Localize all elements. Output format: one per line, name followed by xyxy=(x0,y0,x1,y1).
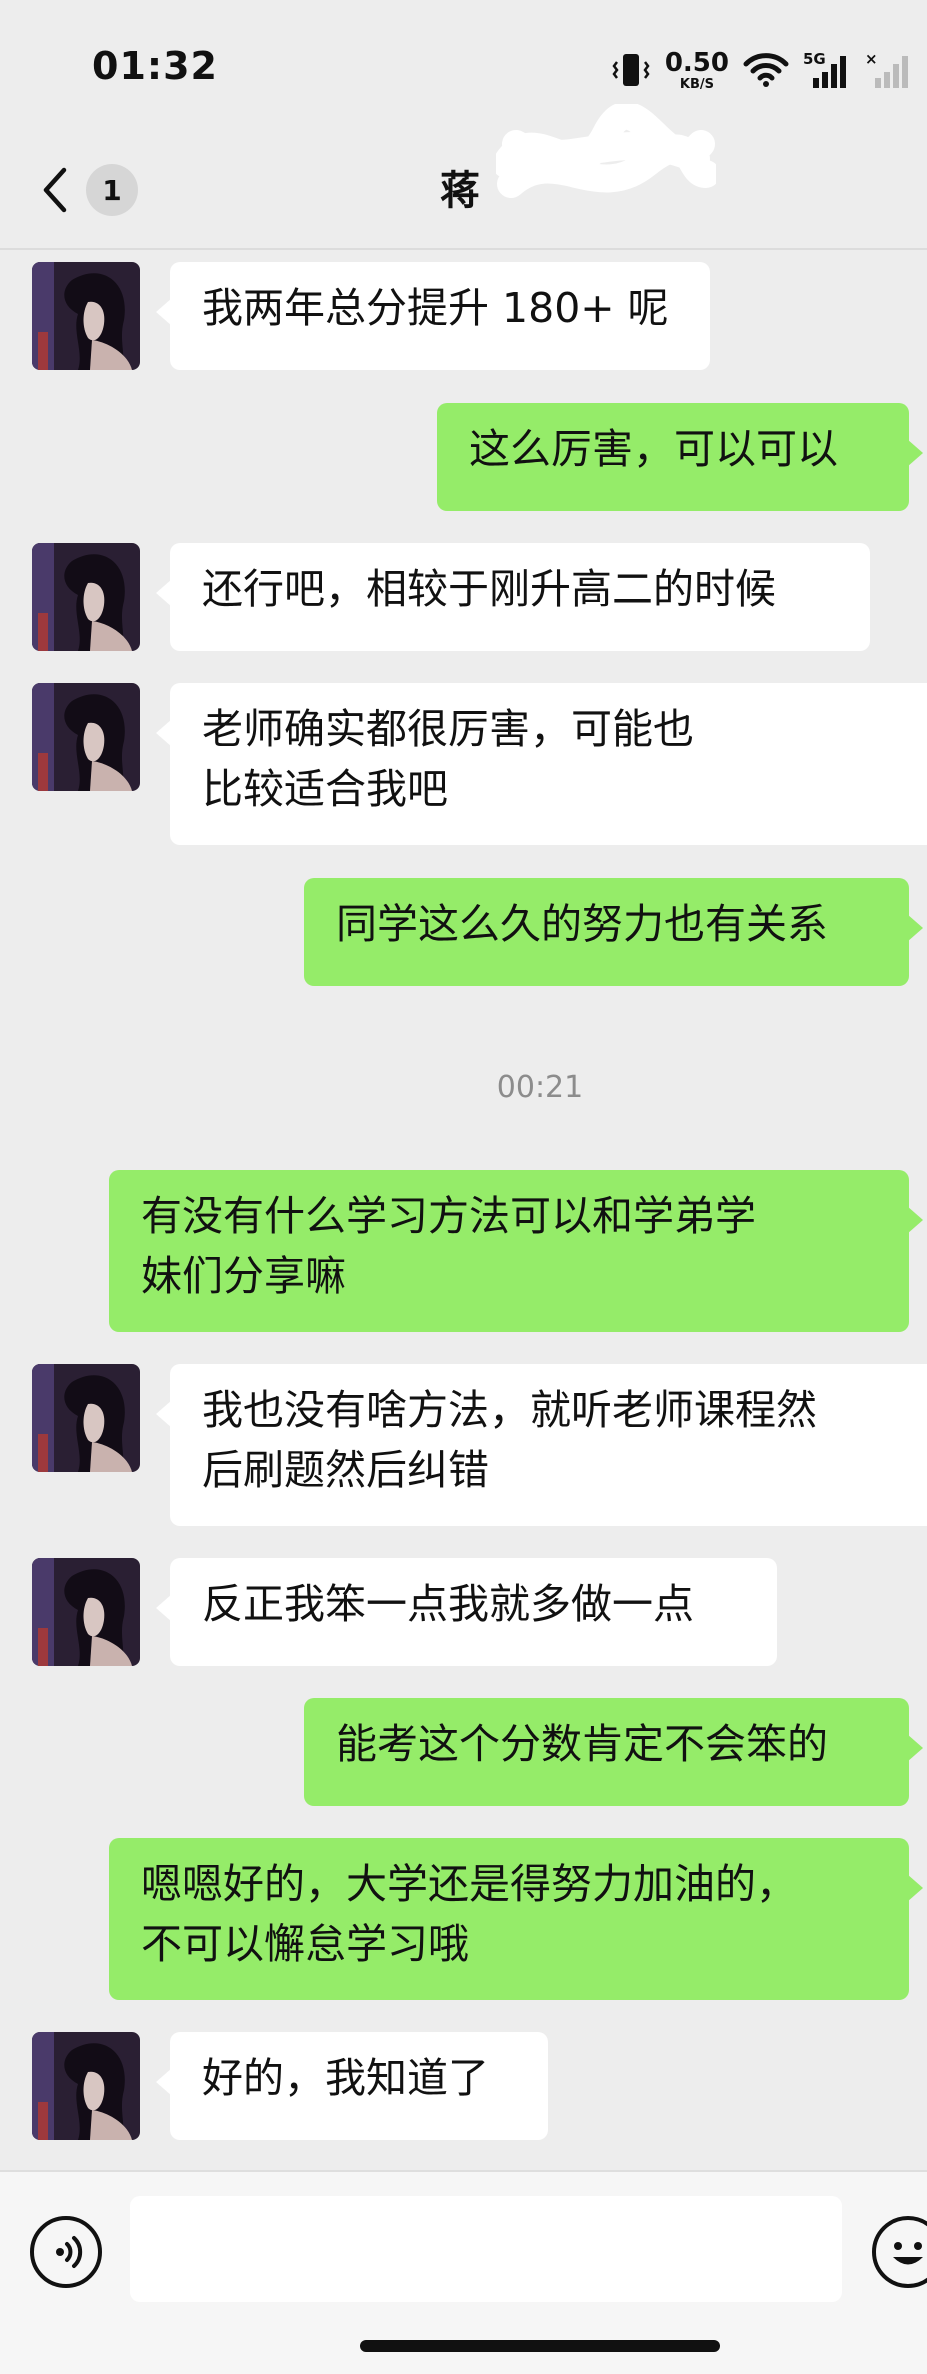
message-input[interactable] xyxy=(130,2196,842,2302)
unread-count-badge: 1 xyxy=(86,164,138,216)
incoming-message[interactable]: 我也没有啥方法，就听老师课程然 后刷题然后纠错 xyxy=(156,1364,927,1526)
voice-button[interactable] xyxy=(30,2216,102,2288)
chat-header: 1 蒋 xyxy=(0,130,927,250)
chevron-left-icon xyxy=(43,167,67,213)
incoming-message[interactable]: 还行吧，相较于刚升高二的时候 xyxy=(156,543,870,651)
status-bar: 01:32 0.50 KB/S 5G × xyxy=(0,0,927,130)
net-speed: 0.50 KB/S xyxy=(665,50,729,91)
status-time: 01:32 xyxy=(92,44,218,88)
contact-avatar[interactable] xyxy=(32,262,140,370)
outgoing-message[interactable]: 这么厉害，可以可以 xyxy=(437,403,923,511)
back-button[interactable]: 1 xyxy=(36,160,146,220)
wifi-icon xyxy=(743,53,789,87)
contact-avatar[interactable] xyxy=(32,2032,140,2140)
net-speed-unit: KB/S xyxy=(679,76,714,92)
incoming-message[interactable]: 好的，我知道了 xyxy=(156,2032,548,2140)
signal-no-sim-icon: × xyxy=(865,50,913,90)
contact-avatar[interactable] xyxy=(32,1364,140,1472)
contact-avatar[interactable] xyxy=(32,1558,140,1666)
message-timestamp: 00:21 xyxy=(496,1070,584,1105)
home-indicator xyxy=(360,2340,720,2352)
outgoing-message[interactable]: 同学这么久的努力也有关系 xyxy=(304,878,923,986)
contact-avatar[interactable] xyxy=(32,683,140,791)
chat-title: 蒋 xyxy=(440,168,480,214)
contact-avatar[interactable] xyxy=(32,543,140,651)
net-speed-value: 0.50 xyxy=(664,47,729,78)
voice-icon xyxy=(56,2236,83,2268)
chat-screen: 01:32 0.50 KB/S 5G × 1 蒋 我两年总分提升 180+ 呢 … xyxy=(0,0,927,2374)
outgoing-message[interactable]: 能考这个分数肯定不会笨的 xyxy=(304,1698,923,1806)
signal-5g-icon: 5G xyxy=(803,50,851,90)
outgoing-message[interactable]: 有没有什么学习方法可以和学弟学 妹们分享嘛 xyxy=(109,1170,923,1332)
name-redaction-scribble xyxy=(496,104,716,198)
incoming-message[interactable]: 我两年总分提升 180+ 呢 xyxy=(156,262,710,370)
incoming-message[interactable]: 反正我笨一点我就多做一点 xyxy=(156,1558,777,1666)
vibrate-icon xyxy=(612,54,650,86)
emoji-icon xyxy=(893,2242,923,2265)
incoming-message[interactable]: 老师确实都很厉害，可能也 比较适合我吧 xyxy=(156,683,927,845)
outgoing-message[interactable]: 嗯嗯好的，大学还是得努力加油的， 不可以懈怠学习哦 xyxy=(109,1838,923,2000)
status-icons: 0.50 KB/S 5G × xyxy=(611,46,913,94)
emoji-button[interactable] xyxy=(872,2216,927,2288)
